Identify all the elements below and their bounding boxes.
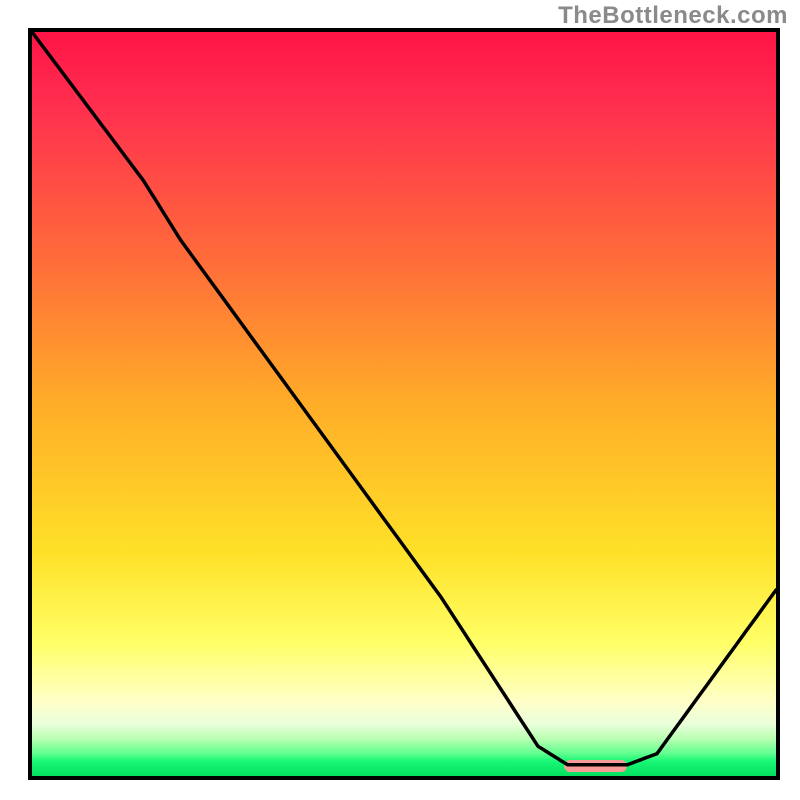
bottleneck-curve xyxy=(32,32,776,765)
watermark-text: TheBottleneck.com xyxy=(558,2,788,30)
plot-area xyxy=(28,28,780,780)
curve-layer xyxy=(32,32,776,776)
chart-frame: TheBottleneck.com xyxy=(0,0,800,800)
